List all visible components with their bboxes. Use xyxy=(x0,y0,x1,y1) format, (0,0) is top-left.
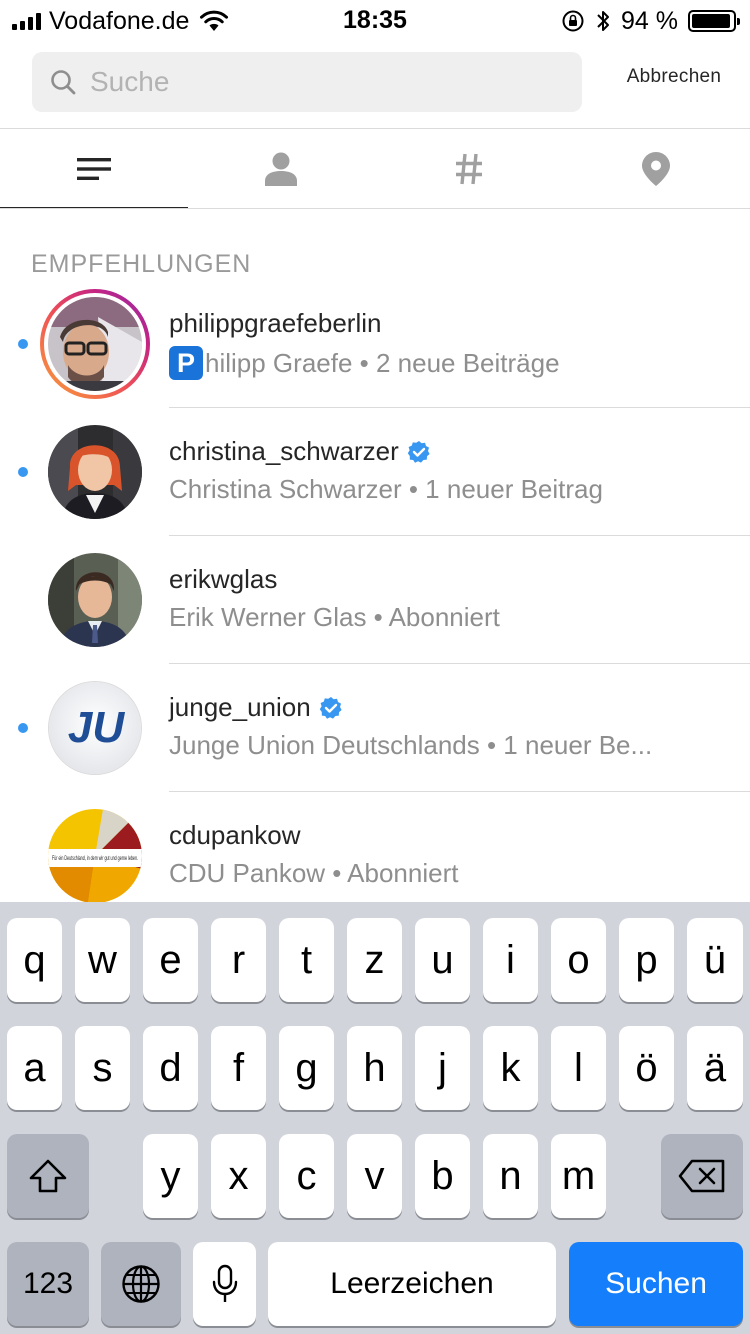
key-x[interactable]: x xyxy=(211,1134,266,1218)
key-q[interactable]: q xyxy=(7,918,62,1002)
verified-badge-icon xyxy=(319,696,343,720)
tab-hashtags[interactable] xyxy=(375,129,563,209)
subtitle: Erik Werner Glas • Abonniert xyxy=(169,602,500,632)
search-input[interactable] xyxy=(90,66,530,98)
key-o[interactable]: o xyxy=(551,918,606,1002)
key-f[interactable]: f xyxy=(211,1026,266,1110)
microphone-icon xyxy=(212,1264,237,1302)
space-key[interactable]: Leerzeichen xyxy=(268,1242,556,1326)
avatar: JU xyxy=(48,681,142,775)
microphone-key[interactable] xyxy=(193,1242,256,1326)
key-s[interactable]: s xyxy=(75,1026,130,1110)
keyboard: q w e r t z u i o p ü a s d f g h j k l … xyxy=(0,902,750,1334)
key-c[interactable]: c xyxy=(279,1134,334,1218)
unread-dot xyxy=(18,339,28,349)
list-item[interactable]: JU junge_union Junge Union Deutschlands … xyxy=(0,664,750,792)
key-m[interactable]: m xyxy=(551,1134,606,1218)
verified-badge-icon xyxy=(407,440,431,464)
list-item[interactable]: erikwglas Erik Werner Glas • Abonniert xyxy=(0,536,750,664)
key-v[interactable]: v xyxy=(347,1134,402,1218)
key-oe[interactable]: ö xyxy=(619,1026,674,1110)
username: philippgraefeberlin xyxy=(169,308,382,338)
story-ring[interactable] xyxy=(40,289,150,399)
hashtag-icon xyxy=(455,153,482,185)
p-badge-icon: P xyxy=(169,346,203,380)
key-ae[interactable]: ä xyxy=(687,1026,743,1110)
battery-icon xyxy=(688,10,740,32)
search-icon xyxy=(51,70,76,95)
key-d[interactable]: d xyxy=(143,1026,198,1110)
avatar-wrap[interactable]: JU xyxy=(40,673,150,783)
subtitle: Junge Union Deutschlands • 1 neuer Be... xyxy=(169,730,653,760)
person-icon xyxy=(265,152,298,186)
unread-dot xyxy=(18,467,28,477)
list-item[interactable]: Für ein Deutschland, in dem wir gut und … xyxy=(0,792,750,920)
key-b[interactable]: b xyxy=(415,1134,470,1218)
tab-accounts[interactable] xyxy=(188,129,376,209)
username: erikwglas xyxy=(169,564,278,594)
username: cdupankow xyxy=(169,820,301,850)
battery-level xyxy=(692,14,730,28)
key-i[interactable]: i xyxy=(483,918,538,1002)
key-y[interactable]: y xyxy=(143,1134,198,1218)
key-h[interactable]: h xyxy=(347,1026,402,1110)
key-z[interactable]: z xyxy=(347,918,402,1002)
avatar xyxy=(48,425,142,519)
avatar-ju-text: JU xyxy=(68,703,125,752)
cancel-button[interactable]: Abbrechen xyxy=(600,66,748,88)
key-k[interactable]: k xyxy=(483,1026,538,1110)
backspace-icon xyxy=(678,1159,725,1193)
rotation-lock-icon xyxy=(562,10,584,32)
top-results-icon xyxy=(76,158,111,180)
numbers-key[interactable]: 123 xyxy=(7,1242,89,1326)
bluetooth-icon xyxy=(597,11,610,31)
key-l[interactable]: l xyxy=(551,1026,606,1110)
avatar-slogan-text: Für ein Deutschland, in dem wir gut und … xyxy=(52,856,138,862)
unread-dot xyxy=(18,723,28,733)
tab-places[interactable] xyxy=(563,129,750,209)
battery-percentage: 94 % xyxy=(621,6,678,35)
avatar-wrap[interactable] xyxy=(40,545,150,655)
search-bar[interactable] xyxy=(32,52,582,112)
status-bar: Vodafone.de 18:35 94 % xyxy=(0,0,750,40)
shift-key[interactable] xyxy=(7,1134,89,1218)
key-j[interactable]: j xyxy=(415,1026,470,1110)
username: christina_schwarzer xyxy=(169,436,431,467)
tabs-divider xyxy=(0,208,750,209)
key-n[interactable]: n xyxy=(483,1134,538,1218)
key-e[interactable]: e xyxy=(143,918,198,1002)
key-r[interactable]: r xyxy=(211,918,266,1002)
avatar xyxy=(48,297,142,391)
avatar-wrap[interactable] xyxy=(40,417,150,527)
subtitle: P hilipp Graefe • 2 neue Beiträge xyxy=(169,346,560,380)
shift-icon xyxy=(29,1159,67,1193)
key-p[interactable]: p xyxy=(619,918,674,1002)
list-item[interactable]: philippgraefeberlin P hilipp Graefe • 2 … xyxy=(0,280,750,408)
list-item[interactable]: christina_schwarzer Christina Schwarzer … xyxy=(0,408,750,536)
backspace-key[interactable] xyxy=(661,1134,743,1218)
search-tabs xyxy=(0,129,750,209)
key-g[interactable]: g xyxy=(279,1026,334,1110)
search-key[interactable]: Suchen xyxy=(569,1242,743,1326)
username: junge_union xyxy=(169,692,343,723)
globe-key[interactable] xyxy=(101,1242,181,1326)
tab-top[interactable] xyxy=(0,129,188,209)
key-a[interactable]: a xyxy=(7,1026,62,1110)
section-title: EMPFEHLUNGEN xyxy=(31,250,252,278)
globe-icon xyxy=(122,1265,160,1303)
key-w[interactable]: w xyxy=(75,918,130,1002)
key-ue[interactable]: ü xyxy=(687,918,743,1002)
avatar-wrap[interactable]: Für ein Deutschland, in dem wir gut und … xyxy=(40,801,150,911)
location-pin-icon xyxy=(642,152,671,186)
avatar xyxy=(48,553,142,647)
key-u[interactable]: u xyxy=(415,918,470,1002)
subtitle: Christina Schwarzer • 1 neuer Beitrag xyxy=(169,474,603,504)
avatar: Für ein Deutschland, in dem wir gut und … xyxy=(48,809,142,903)
key-t[interactable]: t xyxy=(279,918,334,1002)
subtitle: CDU Pankow • Abonniert xyxy=(169,858,459,888)
status-right: 94 % xyxy=(561,6,740,36)
